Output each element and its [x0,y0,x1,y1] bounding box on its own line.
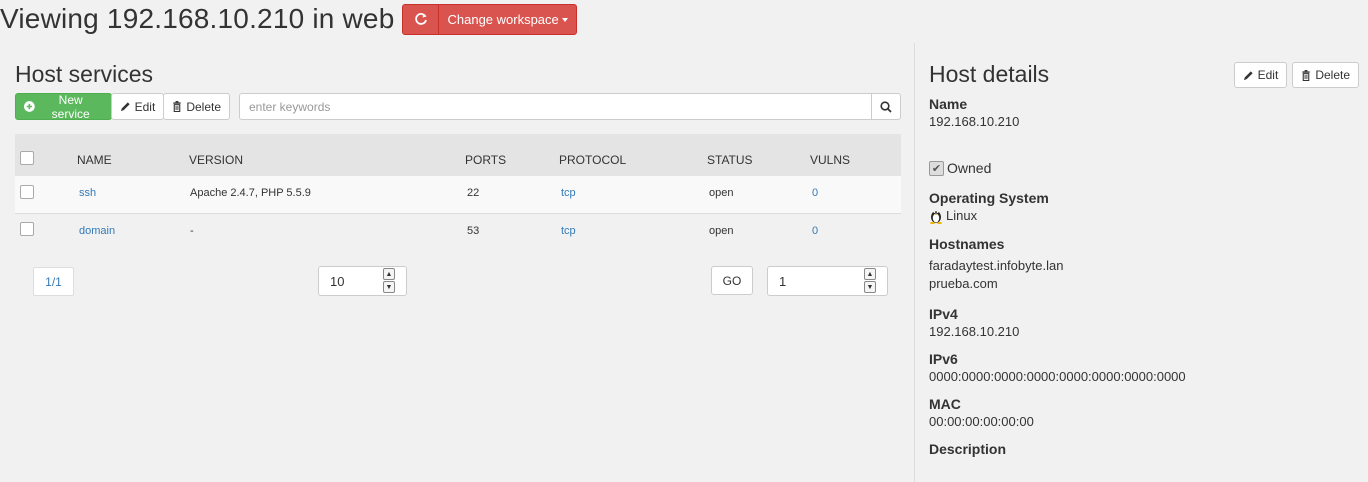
linux-icon [930,211,942,224]
col-status[interactable]: STATUS [706,134,809,176]
go-page-spinner[interactable]: ▲ ▼ [864,268,876,293]
service-status: open [709,224,734,237]
service-name-link[interactable]: ssh [79,187,96,199]
delete-service-label: Delete [186,99,221,114]
mac-value: 00:00:00:00:00:00 [929,414,1034,429]
delete-host-button[interactable]: Delete [1292,62,1359,88]
col-name[interactable]: NAME [76,134,188,176]
select-all-checkbox[interactable] [20,151,34,165]
table-header-row: NAME VERSION PORTS PROTOCOL STATUS VULNS [15,134,901,176]
service-ports: 22 [467,187,480,200]
search-input[interactable] [239,93,872,120]
pencil-icon [1243,70,1253,80]
go-button[interactable]: GO [711,266,753,295]
page-size-value: 10 [330,273,345,289]
page-indicator[interactable]: 1/1 [33,267,74,296]
check-icon: ✔ [931,162,942,175]
service-status: open [709,187,734,200]
panel-divider [914,43,915,482]
os-label: Operating System [929,190,1049,206]
spinner-up-icon[interactable]: ▲ [383,268,395,280]
go-page-input[interactable]: 1 ▲ ▼ [767,266,888,296]
services-title: Host services [15,61,154,87]
ipv6-label: IPv6 [929,351,958,367]
edit-service-label: Edit [134,99,156,114]
col-vulns[interactable]: VULNS [809,134,901,176]
pagination: 1/1 10 ▲ ▼ GO 1 ▲ ▼ [15,265,901,296]
ipv4-label: IPv4 [929,306,958,322]
edit-service-button[interactable]: Edit [110,93,165,120]
host-services-panel: Host services New service Edit Delete NA… [15,44,901,296]
trash-icon [173,101,181,112]
service-vulns-link[interactable]: 0 [812,187,818,199]
service-vulns-link[interactable]: 0 [812,225,818,237]
edit-host-label: Edit [1257,68,1279,82]
host-name: 192.168.10.210 [929,114,1020,129]
ipv4-value: 192.168.10.210 [929,324,1020,339]
row-checkbox[interactable] [20,222,34,237]
service-search [239,93,901,120]
owned-checkbox[interactable]: ✔ [929,160,944,176]
owned-toggle[interactable]: ✔ Owned [929,160,1359,176]
hostname-item: faradaytest.infobyte.lan [929,258,1064,273]
top-bar: Viewing 192.168.10.210 in web Change wor… [0,0,577,38]
go-page-value: 1 [779,273,787,289]
host-actions: Edit Delete [1233,62,1359,88]
host-details-panel: Host details Edit Delete Name 192.168.10… [929,44,1359,458]
delete-service-button[interactable]: Delete [163,93,230,120]
mac-label: MAC [929,396,961,412]
service-ports: 53 [467,224,480,237]
ipv6-value: 0000:0000:0000:0000:0000:0000:0000:0000 [929,369,1186,384]
spinner-down-icon[interactable]: ▼ [383,281,395,293]
row-checkbox[interactable] [20,184,34,199]
description-label: Description [929,441,1007,457]
caret-down-icon [561,18,568,22]
search-button[interactable] [872,93,901,120]
edit-host-button[interactable]: Edit [1233,62,1288,88]
table-row[interactable]: domain - 53 tcp open 0 [15,213,901,250]
name-label: Name [929,96,968,112]
services-table: NAME VERSION PORTS PROTOCOL STATUS VULNS… [15,134,901,250]
os-value: Linux [946,208,978,223]
spinner-down-icon[interactable]: ▼ [864,281,876,293]
hostnames-label: Hostnames [929,236,1005,252]
change-workspace-label: Change workspace [447,11,559,27]
col-protocol[interactable]: PROTOCOL [558,134,706,176]
plus-circle-icon [24,101,35,112]
service-protocol-link[interactable]: tcp [561,225,576,237]
pencil-icon [120,102,130,112]
service-version: Apache 2.4.7, PHP 5.5.9 [190,187,311,200]
change-workspace-button[interactable]: Change workspace [402,3,577,35]
table-row[interactable]: ssh Apache 2.4.7, PHP 5.5.9 22 tcp open … [15,176,901,213]
service-name-link[interactable]: domain [79,225,115,237]
col-ports[interactable]: PORTS [464,134,558,176]
delete-host-label: Delete [1315,68,1350,82]
new-service-button[interactable]: New service [15,92,112,121]
spinner-up-icon[interactable]: ▲ [864,268,876,280]
page-title: Viewing 192.168.10.210 in web [0,3,395,34]
owned-label: Owned [947,160,992,176]
service-protocol-link[interactable]: tcp [561,187,576,199]
new-service-label: New service [51,92,90,121]
page-size-input[interactable]: 10 ▲ ▼ [318,266,407,296]
page-size-spinner[interactable]: ▲ ▼ [383,268,395,293]
service-version: - [190,224,194,237]
services-toolbar: New service Edit Delete [15,92,901,121]
trash-icon [1302,69,1310,81]
search-icon [880,100,892,113]
col-version[interactable]: VERSION [188,134,464,176]
hostname-item: prueba.com [929,276,998,291]
refresh-icon[interactable] [403,4,440,34]
